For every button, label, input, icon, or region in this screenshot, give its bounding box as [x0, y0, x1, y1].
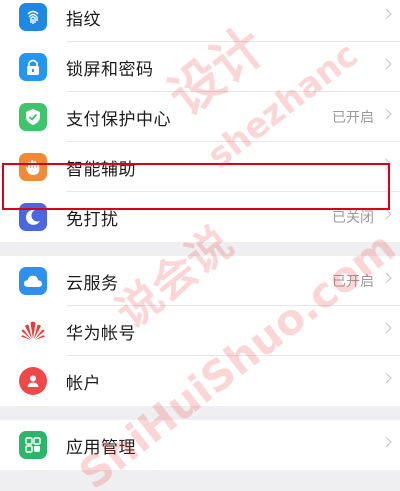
settings-item-label: 帐户 [66, 373, 101, 394]
account-icon [19, 367, 47, 395]
chevron-right-icon [380, 8, 392, 20]
huawei-icon [19, 317, 47, 345]
settings-group-apps: 应用管理 [0, 420, 400, 470]
section-gap [0, 242, 400, 256]
moon-icon [19, 203, 47, 231]
settings-item-fingerprint[interactable]: 指纹 [0, 0, 400, 42]
settings-group-security: 指纹 锁屏和密码 支付保护中心 已开启 智能辅助 免打扰 已关闭 [0, 0, 400, 242]
lock-icon [19, 53, 47, 81]
settings-item-label: 应用管理 [66, 437, 136, 458]
cloud-icon [19, 267, 47, 295]
settings-item-payment-protection[interactable]: 支付保护中心 已开启 [0, 92, 400, 142]
settings-item-label: 华为帐号 [66, 323, 136, 344]
settings-item-lock-screen[interactable]: 锁屏和密码 [0, 42, 400, 92]
chevron-right-icon [380, 58, 392, 70]
hand-icon [19, 153, 47, 181]
settings-item-do-not-disturb[interactable]: 免打扰 已关闭 [0, 192, 400, 242]
section-gap [0, 406, 400, 420]
settings-item-huawei-account[interactable]: 华为帐号 [0, 306, 400, 356]
chevron-right-icon [380, 372, 392, 384]
settings-list: 指纹 锁屏和密码 支付保护中心 已开启 智能辅助 免打扰 已关闭 云服务 已开启… [0, 0, 400, 470]
chevron-right-icon [380, 272, 392, 284]
settings-item-label: 云服务 [66, 273, 119, 294]
chevron-right-icon [380, 436, 392, 448]
chevron-right-icon [380, 208, 392, 220]
settings-group-accounts: 云服务 已开启 华为帐号 帐户 [0, 256, 400, 406]
settings-item-account[interactable]: 帐户 [0, 356, 400, 406]
apps-grid-icon [19, 431, 47, 459]
chevron-right-icon [380, 108, 392, 120]
settings-item-label: 免打扰 [66, 209, 119, 230]
settings-item-label: 智能辅助 [66, 159, 136, 180]
chevron-right-icon [380, 322, 392, 334]
fingerprint-icon [19, 3, 47, 31]
status-text: 已开启 [332, 274, 374, 290]
status-text: 已关闭 [332, 210, 374, 226]
settings-item-app-management[interactable]: 应用管理 [0, 420, 400, 470]
status-text: 已开启 [332, 110, 374, 126]
settings-item-smart-assistance[interactable]: 智能辅助 [0, 142, 400, 192]
settings-item-label: 锁屏和密码 [66, 59, 154, 80]
shield-check-icon [19, 103, 47, 131]
settings-item-label: 支付保护中心 [66, 109, 171, 130]
chevron-right-icon [380, 158, 392, 170]
settings-item-label: 指纹 [66, 9, 101, 30]
settings-item-cloud[interactable]: 云服务 已开启 [0, 256, 400, 306]
